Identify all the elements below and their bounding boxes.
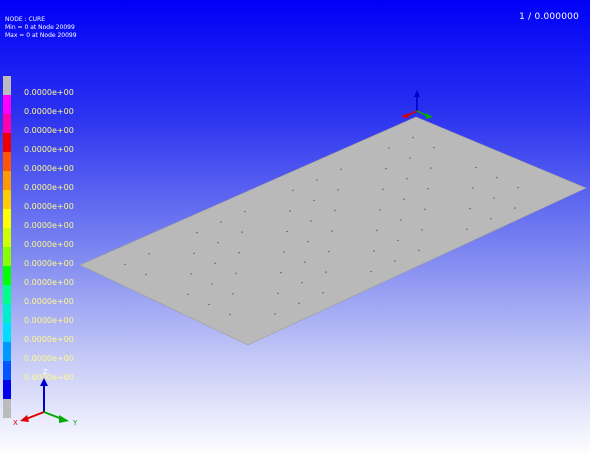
mesh-plate[interactable] [79,116,587,346]
mesh-node [217,242,219,244]
mesh-node [433,146,435,149]
mesh-node [286,230,288,233]
mesh-node [241,231,243,233]
mesh-node [298,302,300,304]
mesh-node [376,229,378,232]
mesh-node [208,303,210,306]
mesh-node [283,251,285,253]
mesh-node [430,167,432,169]
mesh-node [277,292,279,294]
mesh-node [394,260,396,262]
mesh-node [475,166,477,169]
mesh-node [400,219,402,221]
mesh-node [322,292,324,294]
mesh-node [397,239,399,242]
mesh-node [406,178,408,180]
mesh-node [274,313,276,315]
mesh-node [193,252,195,254]
mesh-node [220,221,222,223]
mesh-node [334,209,336,212]
mesh-node [370,270,372,273]
mesh-node [427,188,429,190]
axis-z-label: Z [43,368,48,376]
mesh-node [325,271,327,273]
mesh-node [229,313,231,316]
mesh-node [313,199,315,202]
mesh-node [211,283,213,285]
axis-x-arrowhead [20,415,29,422]
mesh-node [496,176,498,179]
mesh-node [316,179,318,181]
mesh-node [190,273,192,275]
mesh-node [469,208,471,210]
mesh-node [214,262,216,264]
mesh-node [514,207,516,209]
graphics-viewport[interactable]: NODE : CURE Min = 0 at Node 20099 Max = … [0,0,590,456]
mesh-node [292,189,294,192]
model-scene: Z X Y [13,90,587,427]
mesh-node [424,208,426,210]
mesh-node [331,230,333,232]
mesh-node [412,136,414,139]
triad-y-arrowhead [426,113,433,119]
global-axes-triad: Z X Y [13,368,78,427]
axis-z-arrowhead [40,378,48,386]
mesh-node [337,189,339,191]
mesh-node [418,249,420,252]
mesh-node [238,252,240,254]
mesh-node [340,168,342,170]
mesh-node [373,250,375,252]
mesh-node [235,272,237,274]
mesh-node [145,273,147,276]
mesh-node [301,282,303,284]
triad-x-arrowhead [401,113,409,118]
mesh-node [304,261,306,263]
mesh-node [517,186,519,189]
mesh-node [310,220,312,222]
mesh-node [385,168,387,170]
axis-y-label: Y [72,419,78,427]
mesh-node [148,253,150,255]
mesh-node [196,232,198,234]
mesh-node [388,147,390,149]
mesh-node [403,198,405,200]
mesh-node [382,188,384,190]
mesh-node [244,210,246,213]
mesh-node [421,229,423,231]
mesh-node [466,228,468,230]
mesh-node [124,263,126,266]
mesh-node [490,218,492,220]
triad-z-arrowhead [414,90,420,97]
mesh-node [187,293,189,296]
mesh-node [232,293,234,295]
mesh-node [307,240,309,243]
mesh-node [493,197,495,199]
axis-x-label: X [13,419,18,427]
local-triad [401,90,433,119]
mesh-node [409,157,411,159]
axis-x-line [25,411,45,420]
mesh-node [280,272,282,274]
mesh-node [328,250,330,253]
axis-y-arrowhead [59,415,69,423]
mesh-node [472,187,474,189]
mesh-node [289,210,291,212]
mesh-node [379,209,381,211]
